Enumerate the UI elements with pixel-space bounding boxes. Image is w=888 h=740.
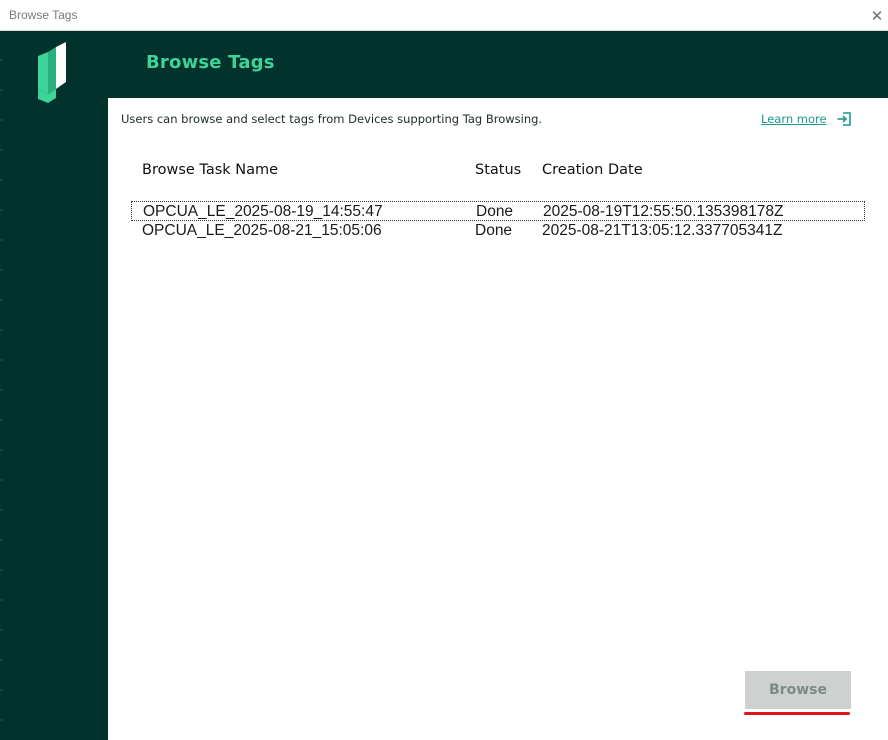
table-row[interactable]: OPCUA_LE_2025-08-19_14:55:47 Done 2025-0… — [131, 201, 865, 221]
open-external-icon[interactable] — [836, 111, 852, 127]
creation-date-cell: 2025-08-21T13:05:12.337705341Z — [542, 222, 783, 239]
table-body: OPCUA_LE_2025-08-19_14:55:47 Done 2025-0… — [131, 201, 867, 241]
learn-more-link[interactable]: Learn more — [761, 111, 852, 127]
status-cell: Done — [475, 222, 513, 239]
table-row[interactable]: OPCUA_LE_2025-08-21_15:05:06 Done 2025-0… — [131, 221, 865, 241]
title-bar: Browse Tags ✕ — [0, 0, 888, 31]
browse-tags-window: Browse Tags ✕ Browse Tags Users can brow… — [0, 0, 888, 740]
window-title: Browse Tags — [9, 8, 78, 22]
column-header-task-name[interactable]: Browse Task Name — [142, 162, 278, 178]
description-text: Users can browse and select tags from De… — [121, 112, 543, 126]
creation-date-cell: 2025-08-19T12:55:50.135398178Z — [543, 203, 784, 220]
page-title: Browse Tags — [146, 52, 275, 73]
main-content: Users can browse and select tags from De… — [108, 98, 888, 740]
table-header: Browse Task Name Status Creation Date — [131, 155, 867, 191]
learn-more-label[interactable]: Learn more — [761, 112, 827, 126]
browse-button[interactable]: Browse — [745, 671, 851, 709]
header-bar: Browse Tags — [108, 31, 888, 98]
status-cell: Done — [476, 203, 514, 220]
close-icon[interactable]: ✕ — [866, 0, 888, 31]
browse-task-table: Browse Task Name Status Creation Date OP… — [131, 155, 867, 241]
column-header-status[interactable]: Status — [475, 162, 521, 178]
litmus-logo-icon — [38, 42, 66, 103]
left-rail — [0, 31, 108, 740]
rail-edge — [0, 31, 3, 740]
task-name-cell: OPCUA_LE_2025-08-19_14:55:47 — [143, 203, 383, 220]
annotation-underline — [744, 712, 850, 715]
column-header-creation-date[interactable]: Creation Date — [542, 162, 643, 178]
task-name-cell: OPCUA_LE_2025-08-21_15:05:06 — [142, 222, 382, 239]
